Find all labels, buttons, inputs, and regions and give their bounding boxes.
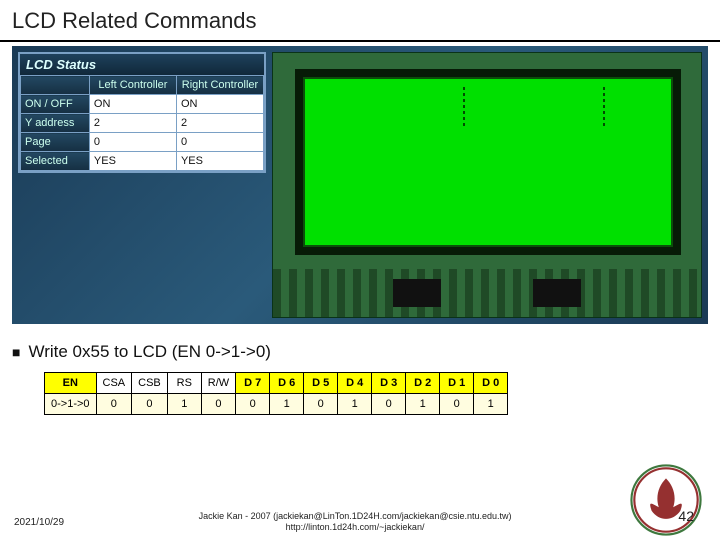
- lcd-status-heading: LCD Status: [20, 54, 264, 75]
- status-col-left: Left Controller: [89, 76, 176, 95]
- cmd-hdr: R/W: [201, 373, 235, 394]
- cmd-val: 0: [372, 394, 406, 415]
- lcd-chip: [533, 279, 581, 307]
- status-cell: 2: [89, 114, 176, 133]
- status-cell: YES: [176, 152, 263, 171]
- cmd-hdr: D 1: [440, 373, 474, 394]
- cmd-val: 1: [338, 394, 372, 415]
- footer-credit: Jackie Kan - 2007 (jackiekan@LinTon.1D24…: [64, 511, 646, 534]
- slide-title: LCD Related Commands: [0, 0, 720, 42]
- cmd-val: 1: [406, 394, 440, 415]
- cmd-hdr: CSB: [132, 373, 168, 394]
- lcd-screen: [295, 69, 681, 255]
- cmd-hdr: D 7: [236, 373, 270, 394]
- lcd-status-table: Left Controller Right Controller ON / OF…: [20, 75, 264, 171]
- lcd-status-box: LCD Status Left Controller Right Control…: [18, 52, 266, 173]
- cmd-val: 1: [167, 394, 201, 415]
- status-cell: ON: [176, 95, 263, 114]
- cmd-hdr: D 0: [474, 373, 508, 394]
- page-number: 42: [678, 508, 694, 524]
- cmd-val: 0: [236, 394, 270, 415]
- cmd-hdr: EN: [45, 373, 97, 394]
- status-corner: [21, 76, 90, 95]
- status-cell: 2: [176, 114, 263, 133]
- lcd-panel-area: LCD Status Left Controller Right Control…: [12, 46, 708, 324]
- lcd-pixel-column: [603, 87, 605, 127]
- status-row-label: Y address: [21, 114, 90, 133]
- footer-credit-line2: http://linton.1d24h.com/~jackiekan/: [64, 522, 646, 534]
- lcd-board: [272, 52, 702, 318]
- command-table-wrap: EN CSA CSB RS R/W D 7 D 6 D 5 D 4 D 3 D …: [44, 372, 720, 415]
- command-table: EN CSA CSB RS R/W D 7 D 6 D 5 D 4 D 3 D …: [44, 372, 508, 415]
- cmd-val: 0->1->0: [45, 394, 97, 415]
- cmd-hdr: D 2: [406, 373, 440, 394]
- cmd-hdr: D 4: [338, 373, 372, 394]
- lcd-pixel-column: [463, 87, 465, 127]
- bullet-write-0x55: Write 0x55 to LCD (EN 0->1->0): [12, 342, 708, 362]
- cmd-hdr: D 3: [372, 373, 406, 394]
- status-col-right: Right Controller: [176, 76, 263, 95]
- footer-date: 2021/10/29: [14, 517, 64, 528]
- footer-credit-line1: Jackie Kan - 2007 (jackiekan@LinTon.1D24…: [64, 511, 646, 523]
- bullet-text: Write 0x55 to LCD (EN 0->1->0): [28, 342, 271, 362]
- status-cell: 0: [89, 133, 176, 152]
- cmd-hdr: CSA: [96, 373, 132, 394]
- status-row-label: Page: [21, 133, 90, 152]
- status-cell: ON: [89, 95, 176, 114]
- status-row-label: ON / OFF: [21, 95, 90, 114]
- slide-footer: 2021/10/29 Jackie Kan - 2007 (jackiekan@…: [0, 511, 720, 534]
- cmd-val: 0: [304, 394, 338, 415]
- command-header-row: EN CSA CSB RS R/W D 7 D 6 D 5 D 4 D 3 D …: [45, 373, 508, 394]
- cmd-hdr: RS: [167, 373, 201, 394]
- cmd-val: 0: [132, 394, 168, 415]
- cmd-val: 0: [201, 394, 235, 415]
- cmd-val: 1: [474, 394, 508, 415]
- cmd-val: 0: [96, 394, 132, 415]
- cmd-hdr: D 6: [270, 373, 304, 394]
- lcd-chip: [393, 279, 441, 307]
- cmd-val: 1: [270, 394, 304, 415]
- command-value-row: 0->1->0 0 0 1 0 0 1 0 1 0 1 0 1: [45, 394, 508, 415]
- lcd-board-edge: [273, 269, 701, 317]
- status-row-label: Selected: [21, 152, 90, 171]
- cmd-hdr: D 5: [304, 373, 338, 394]
- status-cell: 0: [176, 133, 263, 152]
- status-cell: YES: [89, 152, 176, 171]
- cmd-val: 0: [440, 394, 474, 415]
